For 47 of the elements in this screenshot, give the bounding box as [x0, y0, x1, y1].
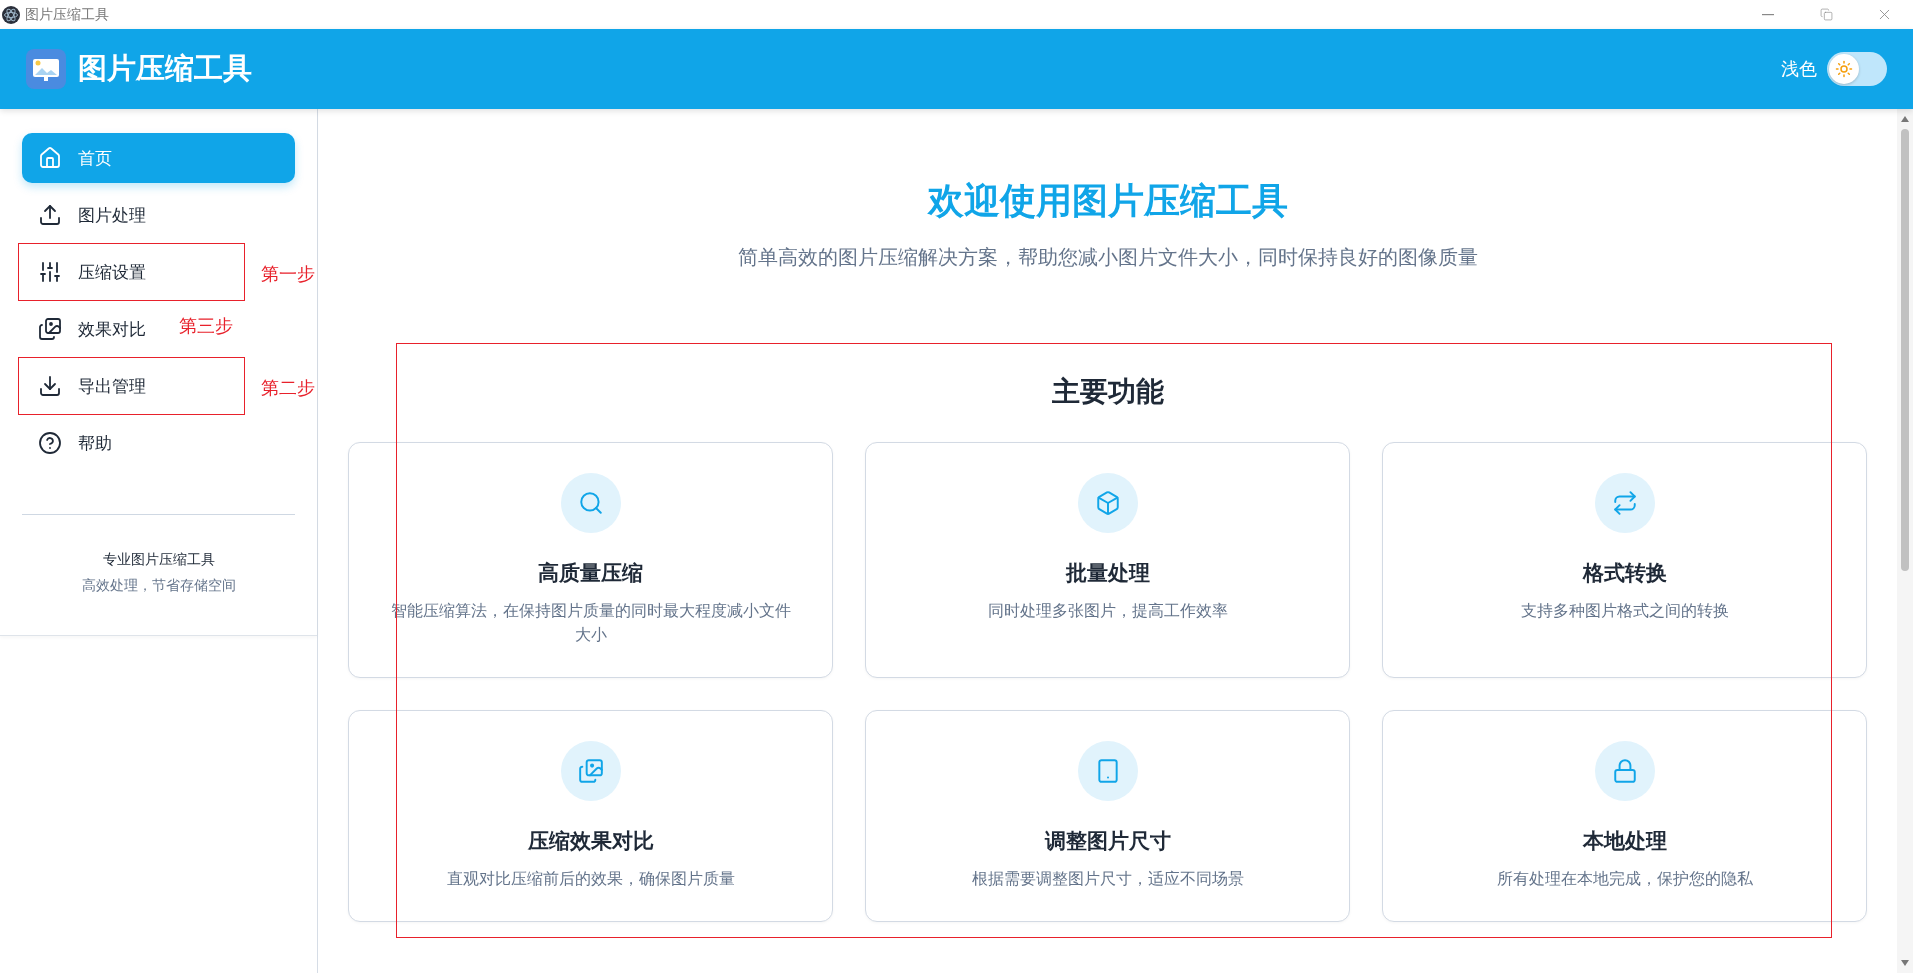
cube-icon — [1094, 490, 1121, 516]
lock-icon — [1611, 758, 1638, 784]
app-title: 图片压缩工具 — [78, 50, 252, 87]
theme-label: 浅色 — [1781, 57, 1817, 81]
feature-title: 批量处理 — [1065, 560, 1150, 587]
scroll-down-arrow-icon[interactable] — [1900, 959, 1910, 967]
nav-item[interactable]: 帮助 — [22, 418, 120, 468]
minimize-icon — [1762, 13, 1774, 16]
nav-item[interactable]: 压缩设置 — [22, 247, 154, 297]
images-icon — [577, 758, 604, 784]
nav-item[interactable]: 效果对比 — [22, 304, 154, 354]
app-logo-icon — [2, 5, 20, 24]
step-annotation: 第三步 — [179, 314, 233, 338]
repeat-arrows-icon — [1611, 490, 1638, 516]
sidebar-footer-subtitle: 高效处理，节省存储空间 — [80, 577, 237, 595]
home-icon — [38, 146, 62, 170]
feature-description: 所有处理在本地完成，保护您的隐私 — [1496, 868, 1753, 890]
upload-icon — [38, 203, 62, 227]
feature-title: 本地处理 — [1582, 828, 1667, 855]
images-icon — [38, 317, 62, 341]
feature-description: 支持多种图片格式之间的转换 — [1520, 600, 1729, 622]
step-annotation: 第二步 — [261, 376, 315, 400]
welcome-subtitle: 简单高效的图片压缩解决方案，帮助您减小图片文件大小，同时保持良好的图像质量 — [737, 244, 1478, 271]
restore-icon — [1819, 8, 1833, 21]
feature-description: 根据需要调整图片尺寸，适应不同场景 — [971, 868, 1244, 890]
nav-item[interactable]: 图片处理 — [22, 190, 154, 240]
feature-description: 同时处理多张图片，提高工作效率 — [987, 600, 1228, 622]
image-monitor-logo-icon — [26, 49, 66, 89]
download-icon — [38, 374, 62, 398]
scroll-up-arrow-icon[interactable] — [1900, 115, 1910, 123]
feature-title: 高质量压缩 — [538, 560, 643, 587]
scrollbar[interactable] — [1897, 109, 1913, 973]
section-heading: 主要功能 — [1051, 374, 1164, 410]
window-title: 图片压缩工具 — [25, 5, 109, 24]
sliders-icon — [38, 260, 62, 284]
feature-title: 压缩效果对比 — [527, 828, 654, 855]
help-icon — [38, 431, 62, 455]
feature-title: 调整图片尺寸 — [1044, 828, 1171, 855]
feature-description: 直观对比压缩前后的效果，确保图片质量 — [446, 868, 735, 890]
sidebar-footer-title: 专业图片压缩工具 — [101, 551, 216, 569]
step-annotation: 第一步 — [261, 262, 315, 286]
nav-item[interactable]: 导出管理 — [22, 361, 154, 411]
search-icon — [577, 490, 604, 516]
welcome-title: 欢迎使用图片压缩工具 — [927, 179, 1288, 223]
feature-title: 格式转换 — [1582, 560, 1667, 587]
sun-icon — [1835, 60, 1853, 78]
theme-toggle[interactable] — [1827, 52, 1887, 86]
